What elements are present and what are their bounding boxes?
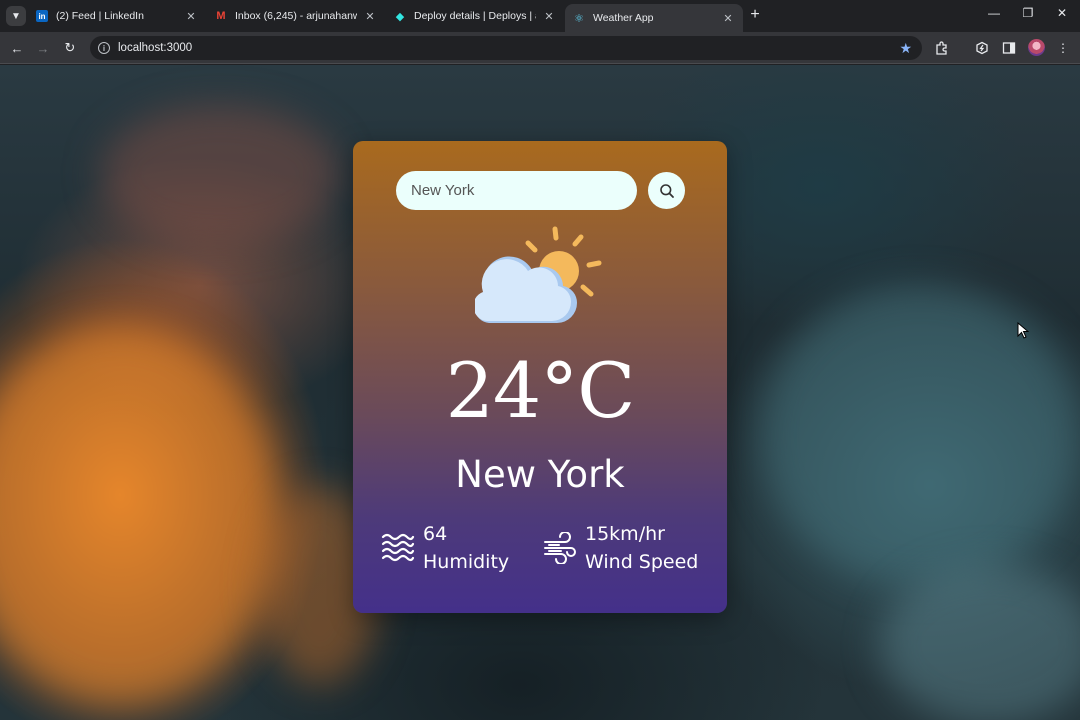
wind-label: Wind Speed: [585, 551, 699, 573]
tab-netlify[interactable]: ◆ Deploy details | Deploys | arjun ✕: [386, 4, 564, 28]
search-button[interactable]: [648, 172, 685, 209]
tab-gmail[interactable]: M Inbox (6,245) - arjunahanwate3 ✕: [207, 4, 385, 28]
minimize-icon[interactable]: —: [984, 6, 1004, 20]
site-info-icon[interactable]: i: [98, 42, 110, 54]
gmail-icon: M: [216, 10, 226, 22]
tab-weather-app[interactable]: ⚛ Weather App ✕: [565, 4, 743, 32]
tab-title: (2) Feed | LinkedIn: [56, 10, 144, 22]
browser-toolbar: ← → ↻ i localhost:3000 ★ ⋮: [0, 32, 1080, 64]
mouse-cursor-icon: [1017, 322, 1029, 339]
react-icon: ⚛: [574, 12, 584, 25]
wind-icon: [544, 532, 576, 564]
close-icon[interactable]: ✕: [184, 10, 198, 23]
side-panel-icon[interactable]: [1001, 40, 1017, 56]
close-icon[interactable]: ✕: [721, 12, 735, 25]
tab-search-button[interactable]: ▼: [6, 6, 26, 26]
address-bar[interactable]: i localhost:3000 ★: [90, 36, 922, 60]
humidity-label: Humidity: [423, 551, 510, 573]
tab-title: Deploy details | Deploys | arjun: [414, 10, 536, 22]
back-icon[interactable]: ←: [8, 39, 26, 57]
city-search-input[interactable]: [396, 171, 637, 210]
bookmark-star-icon[interactable]: ★: [899, 40, 912, 57]
tab-title: Inbox (6,245) - arjunahanwate3: [235, 10, 357, 22]
wind-value: 15km/hr: [585, 523, 665, 545]
restore-icon[interactable]: ❐: [1018, 6, 1038, 20]
reload-icon[interactable]: ↻: [61, 39, 79, 57]
extensions-icon[interactable]: [934, 40, 950, 56]
close-icon[interactable]: ✕: [363, 10, 377, 23]
profile-avatar[interactable]: [1028, 39, 1045, 56]
partly-cloudy-icon: [475, 226, 602, 323]
search-icon: [659, 183, 674, 198]
forward-icon[interactable]: →: [34, 39, 52, 57]
close-icon[interactable]: ✕: [542, 10, 556, 23]
url-text[interactable]: localhost:3000: [118, 42, 192, 54]
page-background: 24°C New York 64 Humidity: [0, 65, 1080, 720]
search-bar: [396, 171, 686, 210]
city-name: New York: [455, 453, 625, 496]
chevron-down-icon: ▼: [11, 10, 21, 22]
browser-tabstrip: ▼ in (2) Feed | LinkedIn ✕ M Inbox (6,24…: [0, 0, 1080, 32]
linkedin-icon: in: [36, 10, 48, 22]
wind-stat: 15km/hr Wind Speed: [543, 519, 698, 577]
tab-linkedin[interactable]: in (2) Feed | LinkedIn ✕: [28, 4, 206, 28]
humidity-value: 64: [423, 523, 448, 545]
tab-title: Weather App: [593, 12, 654, 24]
temperature-value: 24°C: [445, 346, 636, 435]
performance-icon[interactable]: [974, 40, 990, 56]
netlify-icon: ◆: [395, 10, 405, 23]
new-tab-button[interactable]: +: [746, 6, 764, 24]
menu-kebab-icon[interactable]: ⋮: [1055, 40, 1071, 56]
humidity-stat: 64 Humidity: [381, 519, 509, 577]
weather-card: 24°C New York 64 Humidity: [353, 141, 727, 613]
close-window-icon[interactable]: ✕: [1052, 6, 1072, 20]
humidity-icon: [381, 533, 415, 562]
